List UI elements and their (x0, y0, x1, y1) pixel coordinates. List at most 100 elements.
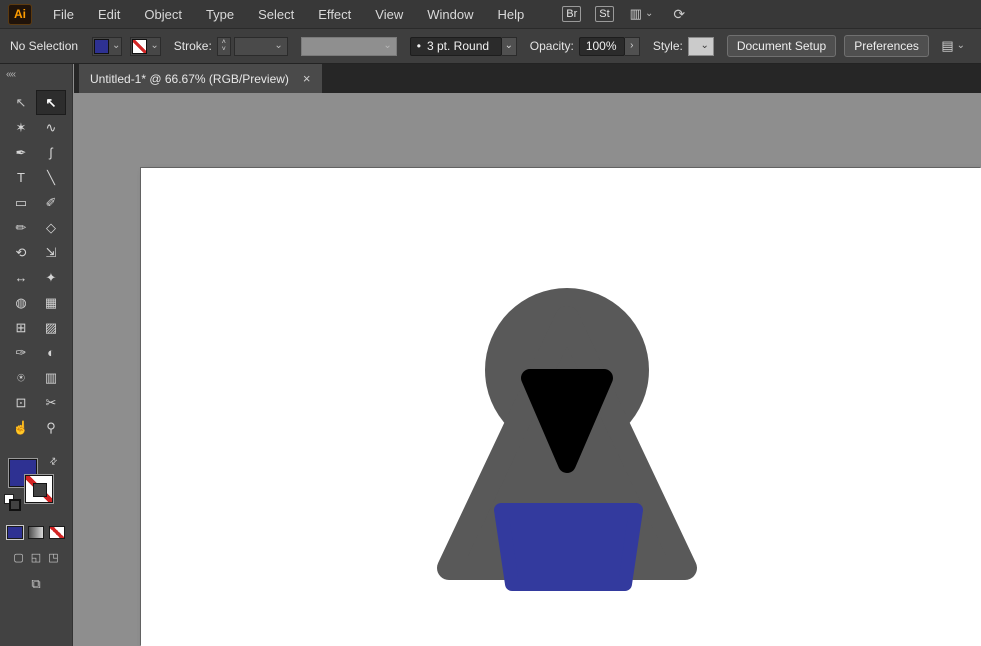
mesh-tool[interactable]: ⊞ (6, 315, 36, 340)
rectangle-tool[interactable]: ▭ (6, 190, 36, 215)
shape-builder-tool[interactable]: ◍ (6, 290, 36, 315)
opacity-dropdown-button[interactable]: › (624, 36, 640, 56)
sync-settings-icon[interactable]: ⟳ (673, 6, 685, 23)
document-tab-title: Untitled-1* @ 66.67% (RGB/Preview) (90, 71, 289, 86)
curvature-tool[interactable]: ʃ (36, 140, 66, 165)
menu-window[interactable]: Window (415, 7, 485, 22)
brush-dropdown-button[interactable]: ⌄ (501, 36, 517, 56)
none-button[interactable] (49, 526, 65, 539)
chevron-down-icon: ⌄ (150, 40, 159, 51)
pen-tool[interactable]: ✒ (6, 140, 36, 165)
fill-color-dropdown[interactable]: ⌄ (92, 36, 123, 56)
opacity-value-field[interactable]: 100% (578, 36, 625, 56)
document-tab-bar: Untitled-1* @ 66.67% (RGB/Preview) × (74, 64, 981, 93)
type-tool[interactable]: T (6, 165, 36, 190)
canvas-area[interactable] (74, 93, 981, 646)
preferences-button[interactable]: Preferences (844, 35, 929, 57)
illustrator-logo-text: Ai (14, 7, 26, 21)
free-transform-tool[interactable]: ✦ (36, 265, 66, 290)
tools-panel: «« ↖ ↖ ✶ ∿ ✒ ʃ T ╲ ▭ ✐ ✏ ◇ ⟲ ⇲ ↔ ✦ ◍ ▦ ⊞… (0, 64, 73, 646)
laptop-shape[interactable] (494, 503, 643, 591)
document-tab[interactable]: Untitled-1* @ 66.67% (RGB/Preview) × (79, 64, 322, 93)
menu-view[interactable]: View (363, 7, 415, 22)
chevron-down-icon: ⌄ (504, 40, 513, 51)
style-label[interactable]: Style: (653, 39, 683, 53)
artboard[interactable] (141, 168, 981, 646)
bridge-button[interactable]: Br (562, 6, 582, 22)
chevron-down-icon: ⌄ (956, 40, 965, 51)
magic-wand-tool[interactable]: ✶ (6, 115, 36, 140)
menu-effect[interactable]: Effect (306, 7, 363, 22)
line-segment-tool[interactable]: ╲ (36, 165, 66, 190)
swap-fill-stroke-icon[interactable]: ⇄ (47, 455, 60, 468)
artboard-tool[interactable]: ⊡ (6, 390, 36, 415)
chevron-down-icon: ⌄ (383, 40, 392, 51)
eyedropper-tool[interactable]: ✑ (6, 340, 36, 365)
change-screen-mode-icon[interactable]: ⧉ (31, 576, 40, 592)
fill-stroke-widget: ⇄ (0, 455, 73, 514)
stroke-label[interactable]: Stroke: (174, 39, 212, 53)
menu-help[interactable]: Help (485, 7, 536, 22)
menu-bar: Ai File Edit Object Type Select Effect V… (0, 0, 981, 29)
opacity-label[interactable]: Opacity: (530, 39, 574, 53)
workspace-icon: ▥ (629, 6, 642, 21)
default-fill-stroke-icon[interactable] (4, 494, 21, 511)
fill-swatch-icon (94, 38, 109, 54)
pencil-tool[interactable]: ✏ (6, 215, 36, 240)
screen-mode-row: ⧉ (0, 576, 72, 592)
draw-normal-icon[interactable]: ▢ (13, 551, 23, 564)
illustrator-logo-icon: Ai (8, 3, 32, 25)
opacity-value: 100% (585, 39, 617, 53)
drawing-mode-buttons: ▢ ◱ ◳ (0, 551, 72, 564)
gradient-tool[interactable]: ▨ (36, 315, 66, 340)
selection-tool[interactable]: ↖ (36, 90, 66, 115)
stock-button[interactable]: St (595, 6, 614, 22)
lasso-tool[interactable]: ∿ (36, 115, 66, 140)
menu-type[interactable]: Type (194, 7, 246, 22)
gradient-button[interactable] (28, 526, 44, 539)
collapse-panel-icon[interactable]: «« (6, 69, 16, 80)
chevron-down-icon: ⌄ (644, 8, 654, 19)
blend-tool[interactable]: ◐ (36, 340, 66, 365)
menu-object[interactable]: Object (132, 7, 194, 22)
style-dropdown[interactable]: ⌄ (687, 36, 714, 56)
arrange-documents-icon: ▤ (941, 38, 954, 53)
brush-preview-icon: • (416, 39, 421, 53)
stroke-weight-dropdown[interactable]: ⌄ (233, 36, 288, 56)
zoom-tool[interactable]: ⚲ (36, 415, 66, 440)
width-profile-dropdown: ⌄ (300, 36, 397, 56)
slice-tool[interactable]: ✂ (36, 390, 66, 415)
eraser-tool[interactable]: ◇ (36, 215, 66, 240)
stroke-none-swatch-icon (132, 38, 148, 54)
menu-select[interactable]: Select (246, 7, 306, 22)
control-bar: No Selection ⌄ ⌄ Stroke: ˄ ˅ ⌄ ⌄ • 3 pt.… (0, 29, 981, 64)
document-setup-button[interactable]: Document Setup (726, 35, 837, 57)
chevron-down-icon: ⌄ (274, 40, 283, 51)
width-tool[interactable]: ↔ (6, 265, 36, 290)
stroke-weight-stepper[interactable]: ˄ ˅ (216, 36, 231, 56)
rotate-tool[interactable]: ⟲ (6, 240, 36, 265)
stepper-up-icon: ˄ (221, 39, 226, 46)
symbol-sprayer-tool[interactable]: ⍟ (6, 365, 36, 390)
brush-definition-field[interactable]: • 3 pt. Round (409, 36, 502, 56)
perspective-grid-tool[interactable]: ▦ (36, 290, 66, 315)
scale-tool[interactable]: ⇲ (36, 240, 66, 265)
draw-behind-icon[interactable]: ◱ (31, 551, 41, 564)
brush-name: 3 pt. Round (427, 39, 490, 53)
column-graph-tool[interactable]: ▥ (36, 365, 66, 390)
direct-selection-tool[interactable]: ↖ (6, 90, 36, 115)
color-mode-buttons (0, 526, 72, 539)
paintbrush-tool[interactable]: ✐ (36, 190, 66, 215)
stroke-color-swatch[interactable] (26, 476, 52, 502)
menu-edit[interactable]: Edit (86, 7, 132, 22)
color-button[interactable] (7, 526, 23, 539)
menu-file[interactable]: File (41, 7, 86, 22)
draw-inside-icon[interactable]: ◳ (48, 551, 58, 564)
hand-tool[interactable]: ☝ (6, 415, 36, 440)
chevron-down-icon: ⌄ (112, 40, 121, 51)
workspace-switcher-button[interactable]: ▥ ⌄ (630, 6, 654, 22)
arrange-documents-button[interactable]: ▤ ⌄ (941, 38, 965, 54)
stroke-color-dropdown[interactable]: ⌄ (130, 36, 161, 56)
close-tab-icon[interactable]: × (303, 72, 311, 85)
tools-panel-header: «« (0, 64, 72, 84)
